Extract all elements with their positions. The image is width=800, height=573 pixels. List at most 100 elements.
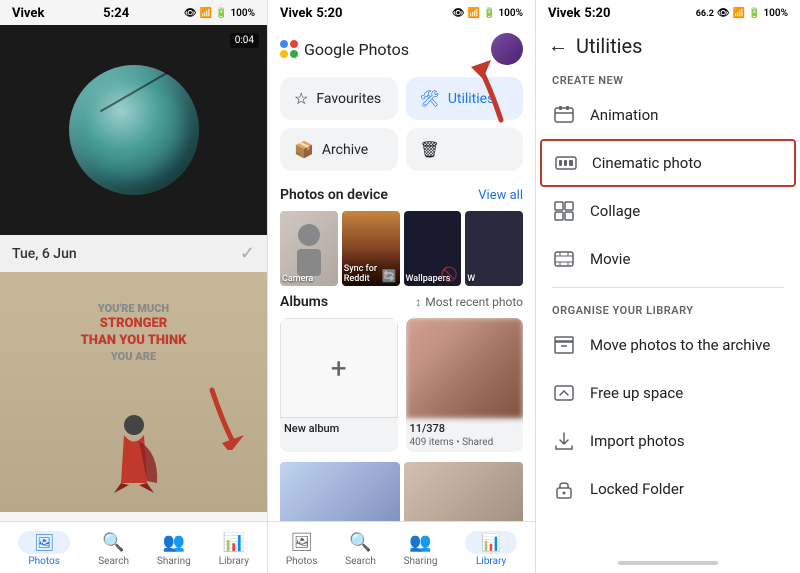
nav-library-1[interactable]: 📊 Library [219,530,249,567]
archive-label: Archive [322,142,368,158]
blurred-photo [406,318,524,418]
library-icon-1: 📊 [222,530,246,554]
photos-icon-1: 🖼 [18,531,70,554]
nav-label-photos-2: Photos [286,556,318,567]
camera-thumb[interactable]: Camera [280,211,338,286]
locked-folder-item[interactable]: Locked Folder [536,465,800,513]
animation-item[interactable]: Animation [536,91,800,139]
status-bar-3: Vivek 5:20 66.2 👁 📶 🔋 100% [536,0,800,25]
photos-row: Camera Sync for Reddit 🔄 Wallpapers 🚫 W [268,207,535,290]
shared-album-card[interactable]: 11/378 409 items • Shared [406,318,524,452]
status-bar-2: Vivek 5:20 👁 📶 🔋 100% [268,0,535,25]
sync-icon: 🔄 [382,269,397,283]
albums-section: Albums ↕ Most recent photo + New album 1… [268,290,535,456]
nav-library-2[interactable]: 📊 Library [465,531,517,567]
battery-pct-1: 100% [230,8,255,19]
archive-label: Move photos to the archive [590,336,770,354]
camera-label: Camera [282,274,336,284]
new-album-label: New album [280,418,398,437]
reddit-thumb[interactable]: Sync for Reddit 🔄 [342,211,400,286]
section-divider [552,287,784,288]
move-to-archive-item[interactable]: Move photos to the archive [536,321,800,369]
delete-button[interactable]: 🗑 [406,128,524,171]
status-time-1: Vivek [12,6,44,21]
plus-icon: + [331,352,347,385]
marble-photo [69,65,199,195]
date-label: Tue, 6 Jun [12,246,77,262]
cinematic-photo-item[interactable]: Cinematic photo [540,139,796,187]
superman-text: YOU'RE MUCH STRONGER THAN YOU THINK YOU … [81,302,187,364]
nav-search-2[interactable]: 🔍 Search [345,530,376,567]
app-title: Google Photos [304,40,409,59]
eye-icon-3: 👁 [717,8,730,19]
mini-thumb-1[interactable] [280,462,400,527]
utilities-icon: 🛠 [420,89,440,108]
check-circle-icon: ✓ [240,243,255,264]
red-arrow-up [461,55,521,125]
albums-row: + New album 11/378 409 items • Shared [280,318,523,452]
photos-icon-2: 🖼 [290,530,314,554]
extra-thumb[interactable]: W [465,211,523,286]
status-icons-3: 66.2 👁 📶 🔋 100% [696,8,788,19]
status-time-val-1: 5:24 [103,6,129,21]
dot-yellow [280,50,288,58]
free-space-label: Free up space [590,384,683,402]
nav-sharing-1[interactable]: 👥 Sharing [157,530,191,567]
movie-label: Movie [590,250,630,268]
status-bar-1: Vivek 5:24 👁 📶 🔋 100% [0,0,267,25]
status-name-2: Vivek [280,6,312,21]
locked-folder-label: Locked Folder [590,480,684,498]
red-arrow-down [192,385,247,450]
battery-icon-2: 🔋 [483,8,495,19]
nav-photos-2[interactable]: 🖼 Photos [286,530,318,567]
battery-pct-3: 100% [763,8,788,19]
albums-header: Albums ↕ Most recent photo [280,294,523,310]
back-button[interactable]: ← [548,33,568,58]
top-photo: 0:04 [0,25,267,235]
new-album-thumb: + [280,318,398,418]
archive-button[interactable]: 📦 Archive [280,128,398,171]
albums-sort[interactable]: ↕ Most recent photo [415,295,523,309]
nav-label-photos-1: Photos [28,556,60,567]
view-all-link[interactable]: View all [478,188,523,203]
nav-search-1[interactable]: 🔍 Search [98,530,129,567]
lock-icon [552,477,576,501]
shared-album-sub: 409 items • Shared [406,437,524,452]
dot-red [290,40,298,48]
nav-label-sharing-1: Sharing [157,556,191,567]
panel-3: Vivek 5:20 66.2 👁 📶 🔋 100% ← Utilities C… [536,0,800,573]
superman-line2: STRONGER [81,316,187,333]
search-icon-1: 🔍 [102,530,126,554]
google-photos-logo: Google Photos [280,40,409,59]
sharing-icon-1: 👥 [162,530,186,554]
collage-item[interactable]: Collage [536,187,800,235]
status-icons-1: 👁 📶 🔋 100% [184,8,255,19]
free-up-space-item[interactable]: Free up space [536,369,800,417]
battery-icon: 🔋 [215,8,227,19]
nav-sharing-2[interactable]: 👥 Sharing [404,530,438,567]
mini-thumb-2[interactable] [404,462,524,527]
search-icon-2: 🔍 [349,530,373,554]
nav-photos-1[interactable]: 🖼 Photos [18,531,70,567]
status-time-3: 5:20 [584,6,610,21]
new-album-card[interactable]: + New album [280,318,398,452]
wallpapers-thumb[interactable]: Wallpapers 🚫 [404,211,462,286]
panel-1: Vivek 5:24 👁 📶 🔋 100% 0:04 Tue, 6 Jun ✓ … [0,0,268,573]
cinematic-icon [554,151,578,175]
photos-on-device-header: Photos on device View all [268,179,535,207]
bottom-nav-1: 🖼 Photos 🔍 Search 👥 Sharing 📊 Library [0,521,267,573]
logo-dots [280,40,298,58]
nav-label-search-2: Search [345,556,376,567]
shared-album-label: 11/378 [406,418,524,437]
battery-icon-3: 🔋 [748,8,760,19]
nav-label-sharing-2: Sharing [404,556,438,567]
import-label: Import photos [590,432,685,450]
movie-item[interactable]: Movie [536,235,800,283]
photos-section-title: Photos on device [280,187,388,203]
collage-label: Collage [590,202,640,220]
import-photos-item[interactable]: Import photos [536,417,800,465]
superman-image: YOU'RE MUCH STRONGER THAN YOU THINK YOU … [0,272,267,512]
no-sync-icon: 🚫 [441,267,458,283]
nav-label-library-1: Library [219,556,249,567]
favourites-button[interactable]: ☆ Favourites [280,77,398,120]
